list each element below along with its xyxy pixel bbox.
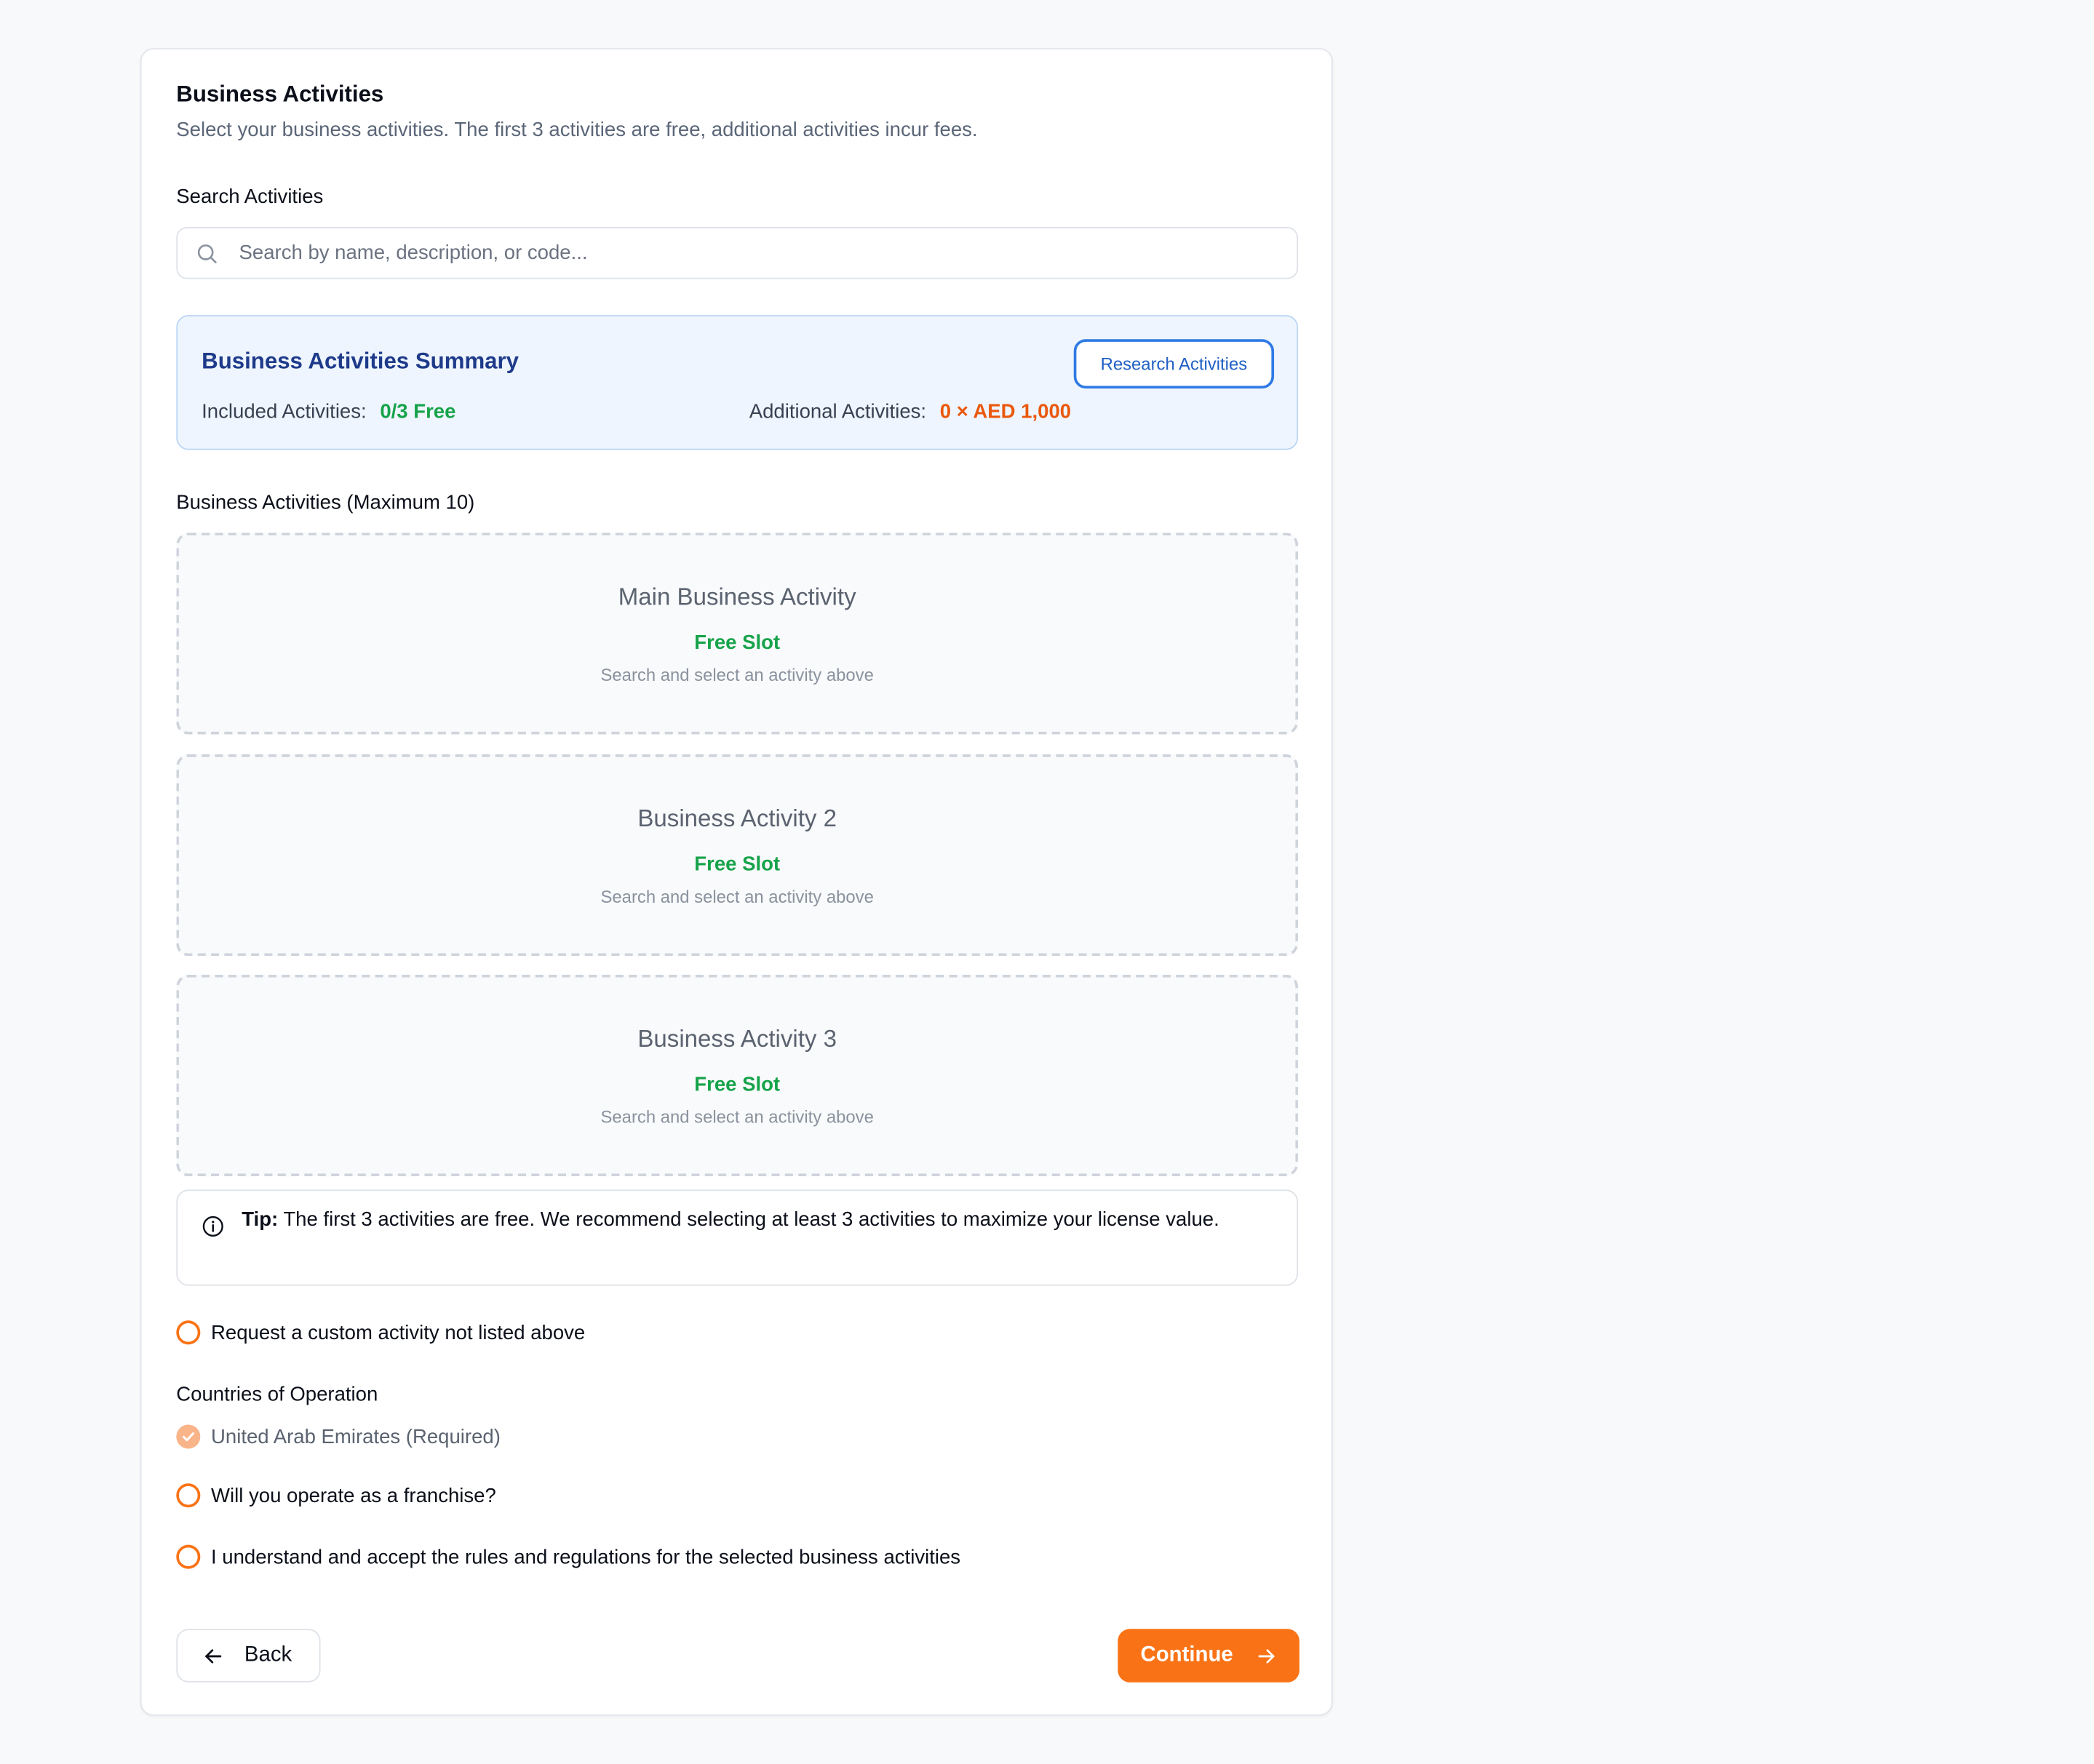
arrow-left-icon [203,1645,223,1666]
franchise-checkbox[interactable] [176,1483,201,1508]
slot-name: Business Activity 2 [637,805,837,832]
included-value: 0/3 Free [380,400,456,423]
continue-label: Continue [1140,1643,1233,1667]
search-input[interactable] [236,240,1297,266]
accept-rules-row[interactable]: I understand and accept the rules and re… [176,1542,1298,1571]
additional-activities: Additional Activities: 0 × AED 1,000 [749,401,1071,423]
business-activities-card: Business Activities Select your business… [140,48,1333,1716]
research-activities-button[interactable]: Research Activities [1073,339,1275,389]
check-icon [182,1432,194,1442]
slot-hint: Search and select an activity above [600,886,874,907]
country-uae-checkbox [176,1424,201,1449]
back-button[interactable]: Back [176,1629,321,1683]
slot-status: Free Slot [694,631,781,655]
included-activities: Included Activities: 0/3 Free [202,401,455,423]
included-label: Included Activities: [202,400,367,423]
tip-body: The first 3 activities are free. We reco… [278,1208,1219,1232]
activities-summary: Business Activities Summary Research Act… [176,315,1299,450]
slot-name: Business Activity 3 [637,1025,837,1053]
slot-status: Free Slot [694,1073,781,1096]
info-icon [202,1215,224,1237]
search-label: Search Activities [176,185,324,209]
page-subtitle: Select your business activities. The fir… [176,119,978,142]
countries-label: Countries of Operation [176,1383,378,1406]
continue-button[interactable]: Continue [1118,1629,1299,1683]
arrow-right-icon [1257,1645,1278,1666]
accept-rules-checkbox[interactable] [176,1544,201,1569]
slot-hint: Search and select an activity above [600,665,874,685]
activities-label: Business Activities (Maximum 10) [176,491,475,514]
activity-slot-3[interactable]: Business Activity 3 Free Slot Search and… [176,974,1299,1177]
additional-label: Additional Activities: [749,400,927,423]
franchise-row[interactable]: Will you operate as a franchise? [176,1481,1298,1510]
summary-title: Business Activities Summary [202,348,519,374]
tip-prefix: Tip: [242,1208,279,1232]
back-label: Back [244,1643,292,1667]
franchise-label: Will you operate as a franchise? [211,1484,496,1507]
slot-hint: Search and select an activity above [600,1106,874,1128]
search-icon [196,242,218,263]
slot-status: Free Slot [694,853,781,877]
page-title: Business Activities [176,81,384,107]
custom-activity-label: Request a custom activity not listed abo… [211,1321,586,1344]
custom-activity-checkbox[interactable] [176,1320,201,1345]
slot-name: Main Business Activity [618,583,856,610]
country-uae-label: United Arab Emirates (Required) [211,1425,501,1448]
search-field[interactable] [176,227,1299,279]
tip-box: Tip: The first 3 activities are free. We… [176,1189,1299,1286]
activity-slot-2[interactable]: Business Activity 2 Free Slot Search and… [176,754,1299,957]
activity-slot-main[interactable]: Main Business Activity Free Slot Search … [176,532,1299,735]
tip-text: Tip: The first 3 activities are free. We… [242,1205,1257,1234]
custom-activity-row[interactable]: Request a custom activity not listed abo… [176,1318,1298,1347]
accept-rules-label: I understand and accept the rules and re… [211,1545,961,1568]
country-uae-row: United Arab Emirates (Required) [176,1422,1298,1451]
additional-value: 0 × AED 1,000 [939,400,1072,423]
